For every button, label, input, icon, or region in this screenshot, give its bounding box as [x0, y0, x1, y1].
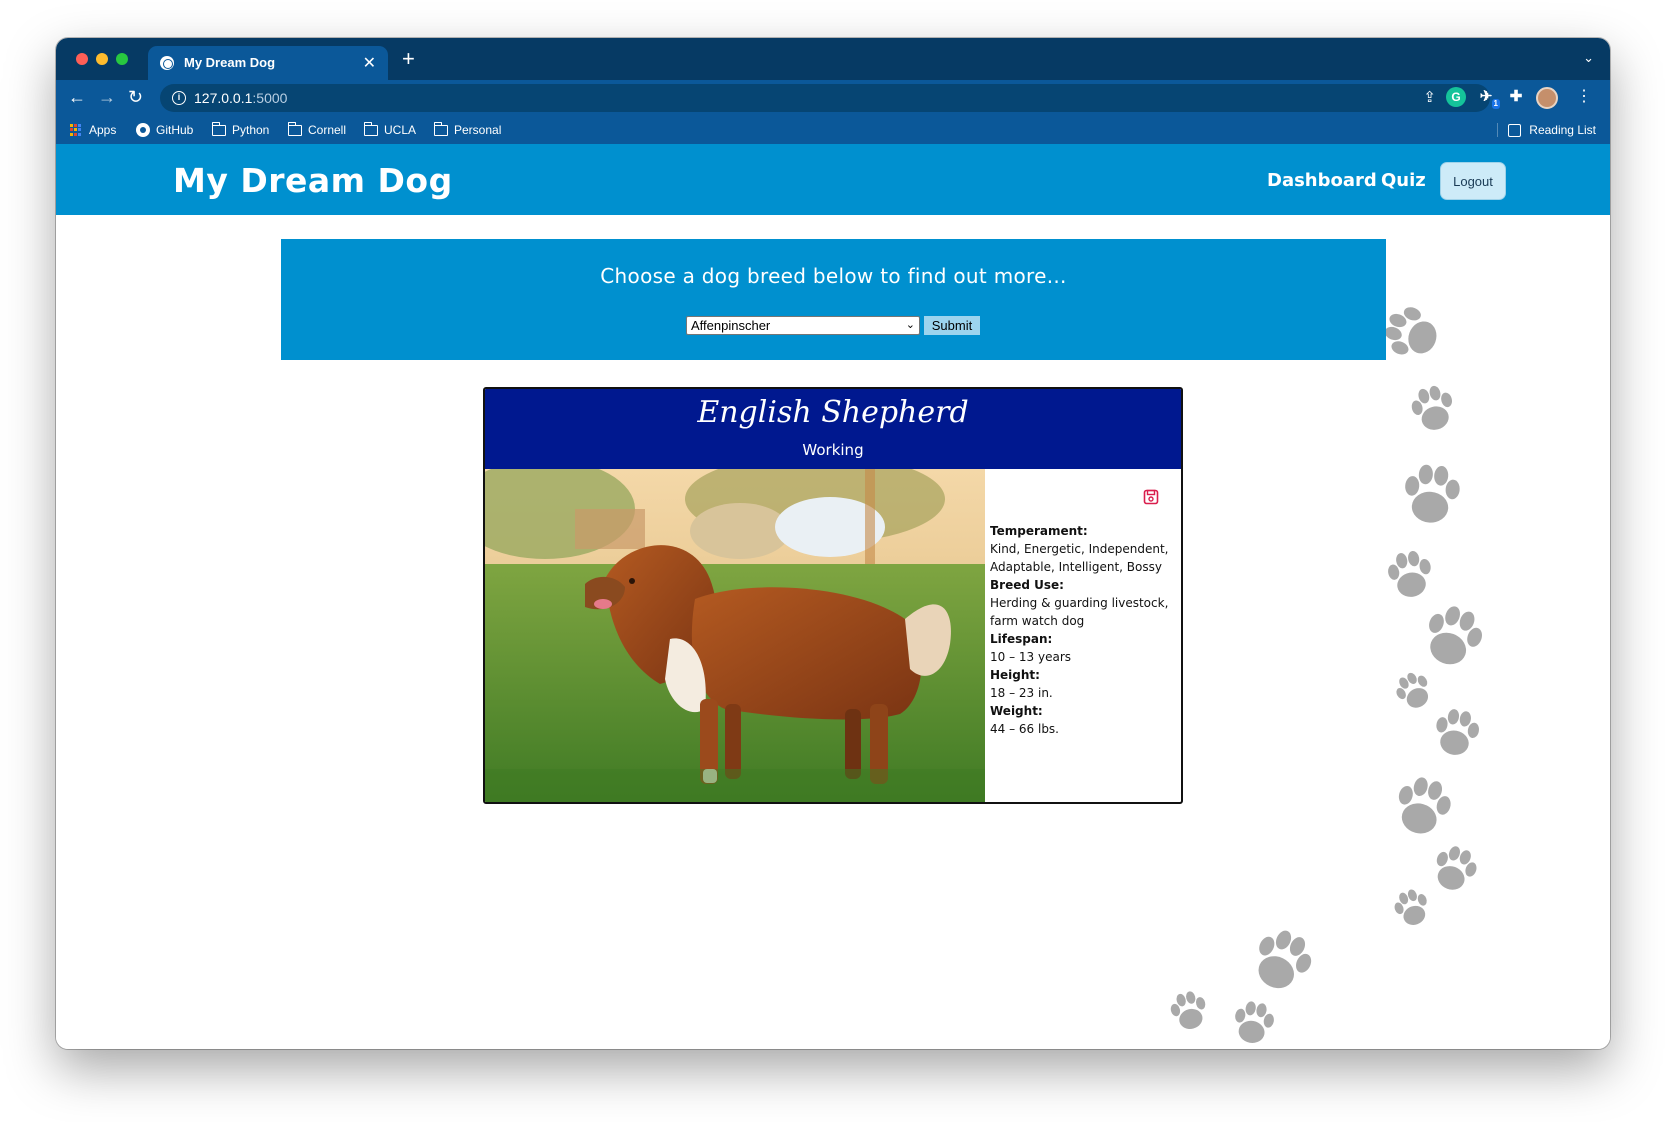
- dog-photo: [485, 469, 985, 802]
- breed-card: English Shepherd Working Temperament: Ki…: [483, 387, 1183, 804]
- close-tab-icon[interactable]: ✕: [363, 53, 376, 73]
- zoom-window-button[interactable]: [116, 53, 128, 65]
- extension-badge: 1: [1491, 99, 1500, 109]
- paw-print-icon: [1385, 548, 1436, 601]
- submit-button[interactable]: Submit: [924, 316, 980, 335]
- back-arrow-icon[interactable]: ←: [68, 87, 86, 107]
- bookmark-label: Python: [232, 123, 270, 137]
- grammarly-extension-icon[interactable]: G: [1446, 87, 1466, 107]
- bookmark-python[interactable]: Python: [211, 121, 270, 137]
- folder-icon: [287, 121, 302, 136]
- chooser-heading: Choose a dog breed below to find out mor…: [600, 264, 1067, 288]
- fact-label: Breed Use:: [990, 578, 1064, 592]
- paw-print-icon: [1230, 999, 1277, 1047]
- save-floppy-icon[interactable]: [1143, 489, 1159, 510]
- share-icon[interactable]: ⇪: [1423, 88, 1436, 106]
- paw-print-icon: [1390, 772, 1456, 840]
- breed-name: English Shepherd: [697, 395, 969, 430]
- bookmark-cornell[interactable]: Cornell: [287, 121, 347, 137]
- close-window-button[interactable]: [76, 53, 88, 65]
- fact-value: Herding & guarding livestock, farm watch…: [990, 596, 1169, 628]
- folder-icon: [211, 121, 226, 136]
- paw-print-icon: [1417, 599, 1489, 673]
- nav-dashboard-link[interactable]: Dashboard: [1267, 170, 1377, 191]
- chevron-down-icon: ⌄: [905, 319, 915, 331]
- bookmark-label: UCLA: [384, 123, 417, 137]
- url-port: :5000: [252, 90, 288, 106]
- selected-breed: Affenpinscher: [691, 318, 771, 333]
- url-text: 127.0.0.1:5000: [194, 90, 287, 106]
- paw-print-icon: [1390, 667, 1437, 715]
- fact-value: Kind, Energetic, Independent, Adaptable,…: [990, 542, 1169, 574]
- fact-temperament: Temperament: Kind, Energetic, Independen…: [990, 522, 1180, 576]
- address-bar[interactable]: i 127.0.0.1:5000 ⇪ ☆: [160, 84, 1490, 112]
- site-navbar: My Dream Dog Dashboard Quiz Logout: [56, 144, 1610, 215]
- url-host: 127.0.0.1: [194, 90, 253, 106]
- bookmark-label: GitHub: [156, 123, 194, 137]
- breed-card-header: English Shepherd Working: [485, 389, 1181, 469]
- fact-value: 18 – 23 in.: [990, 686, 1053, 700]
- globe-icon: [160, 56, 174, 70]
- puzzle-extensions-icon[interactable]: ✚: [1506, 87, 1526, 107]
- paw-print-icon: [1402, 462, 1462, 525]
- tab-bar: My Dream Dog ✕ + ⌄: [56, 38, 1610, 80]
- reload-icon[interactable]: ↻: [128, 87, 143, 107]
- forward-arrow-icon[interactable]: →: [98, 87, 116, 107]
- bookmark-ucla[interactable]: UCLA: [363, 121, 417, 137]
- breed-select[interactable]: Affenpinscher ⌄: [686, 316, 920, 335]
- folder-icon: [363, 121, 378, 136]
- paw-print-icon: [1428, 841, 1482, 896]
- tab-search-chevron-icon[interactable]: ⌄: [1583, 50, 1594, 66]
- reading-list-icon: [1508, 123, 1522, 137]
- github-icon: [136, 123, 150, 137]
- reading-list-button[interactable]: Reading List: [1497, 123, 1596, 137]
- new-tab-button[interactable]: +: [402, 46, 415, 72]
- web-page: My Dream Dog Dashboard Quiz Logout Choos…: [56, 144, 1610, 1049]
- minimize-window-button[interactable]: [96, 53, 108, 65]
- logout-button[interactable]: Logout: [1440, 162, 1506, 200]
- fact-label: Height:: [990, 668, 1040, 682]
- paw-print-icon: [1245, 922, 1320, 998]
- bookmark-label: Personal: [454, 123, 502, 137]
- bookmarks-bar: Apps GitHub Python Cornell UCLA Personal…: [56, 116, 1610, 144]
- folder-icon: [433, 121, 448, 136]
- site-info-icon[interactable]: i: [172, 91, 186, 105]
- bookmark-github[interactable]: GitHub: [136, 123, 193, 137]
- paw-print-icon: [1431, 706, 1482, 759]
- tab-title: My Dream Dog: [184, 55, 276, 70]
- fact-label: Temperament:: [990, 524, 1088, 538]
- breed-facts: Temperament: Kind, Energetic, Independen…: [990, 522, 1180, 738]
- kebab-menu-icon[interactable]: ⋮: [1576, 86, 1592, 106]
- nav-quiz-link[interactable]: Quiz: [1381, 170, 1426, 191]
- fact-weight: Weight: 44 – 66 lbs.: [990, 702, 1180, 738]
- paw-print-icon: [1379, 301, 1444, 365]
- site-brand[interactable]: My Dream Dog: [173, 161, 453, 200]
- paw-print-icon: [1407, 382, 1459, 435]
- bookmark-label: Apps: [89, 123, 117, 137]
- browser-toolbar: ← → ↻ i 127.0.0.1:5000 ⇪ ☆ G ✈1 ✚ ⋮: [56, 80, 1610, 116]
- bookmark-apps[interactable]: Apps: [70, 123, 116, 137]
- paw-print-icon: [1167, 988, 1211, 1033]
- fact-lifespan: Lifespan: 10 – 13 years: [990, 630, 1180, 666]
- fact-breed-use: Breed Use: Herding & guarding livestock,…: [990, 576, 1180, 630]
- fact-label: Weight:: [990, 704, 1043, 718]
- apps-grid-icon: [70, 123, 83, 137]
- fact-label: Lifespan:: [990, 632, 1053, 646]
- paw-print-icon: [1390, 885, 1434, 930]
- fact-height: Height: 18 – 23 in.: [990, 666, 1180, 702]
- fact-value: 10 – 13 years: [990, 650, 1072, 664]
- bookmark-label: Cornell: [308, 123, 347, 137]
- breed-group: Working: [802, 441, 864, 459]
- fact-value: 44 – 66 lbs.: [990, 722, 1059, 736]
- extension-icon[interactable]: ✈ 1: [1476, 87, 1500, 109]
- breed-chooser-panel: Choose a dog breed below to find out mor…: [281, 239, 1386, 360]
- active-tab[interactable]: My Dream Dog ✕: [148, 46, 388, 80]
- bookmark-personal[interactable]: Personal: [433, 121, 502, 137]
- reading-list-label: Reading List: [1529, 123, 1596, 137]
- profile-avatar[interactable]: [1536, 87, 1558, 109]
- browser-window: My Dream Dog ✕ + ⌄ ← → ↻ i 127.0.0.1:500…: [56, 38, 1610, 1049]
